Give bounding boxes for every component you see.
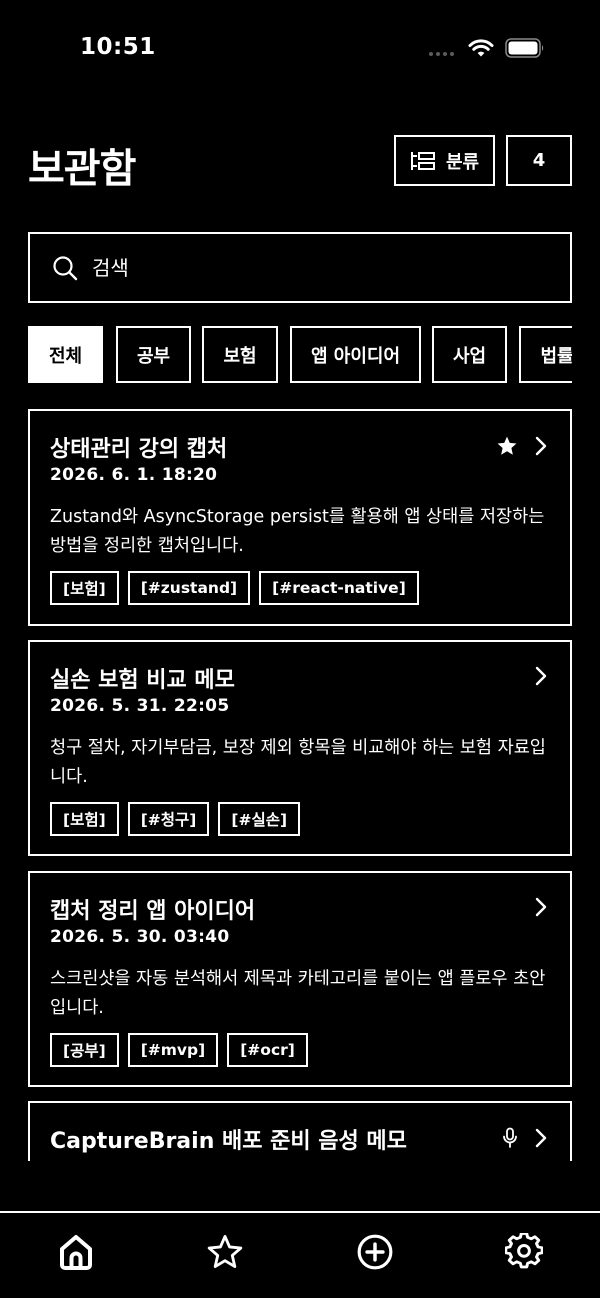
page-title: 보관함 bbox=[28, 146, 136, 192]
filter-chip-all[interactable]: 전체 bbox=[28, 326, 103, 383]
chevron-right-icon[interactable] bbox=[534, 897, 548, 917]
filter-chip-law[interactable]: 법률 bbox=[519, 326, 572, 383]
category-filter-bar: 전체 공부 보험 앱 아이디어 사업 법률 bbox=[28, 326, 572, 384]
bottom-tab-bar bbox=[0, 1211, 600, 1298]
cellular-icon bbox=[429, 52, 454, 56]
card-tags: [보험] [#zustand] [#react-native] bbox=[50, 571, 419, 605]
card-date: 2026. 5. 31. 22:05 bbox=[50, 696, 230, 716]
card-date: 2026. 5. 30. 03:40 bbox=[50, 927, 230, 947]
tag[interactable]: [#react-native] bbox=[259, 571, 419, 605]
capture-card[interactable]: 상태관리 강의 캡처 2026. 6. 1. 18:20 Zustand와 As… bbox=[28, 409, 572, 626]
nav-settings[interactable] bbox=[504, 1231, 544, 1273]
nav-home[interactable] bbox=[56, 1231, 96, 1273]
card-title: 상태관리 강의 캡처 bbox=[50, 437, 228, 462]
status-time: 10:51 bbox=[80, 34, 156, 60]
card-summary: 청구 절차, 자기부담금, 보장 제외 항목을 비교해야 하는 보험 자료입니다… bbox=[50, 738, 546, 787]
add-icon bbox=[357, 1234, 393, 1270]
filter-chip-insurance[interactable]: 보험 bbox=[202, 326, 278, 383]
category-tree-icon bbox=[410, 151, 435, 170]
tag[interactable]: [보험] bbox=[50, 571, 119, 605]
tag[interactable]: [#ocr] bbox=[227, 1033, 308, 1067]
tag[interactable]: [공부] bbox=[50, 1033, 119, 1067]
star-filled-icon[interactable] bbox=[496, 435, 518, 457]
chevron-right-icon[interactable] bbox=[534, 666, 548, 686]
filter-chip-app-idea[interactable]: 앱 아이디어 bbox=[290, 326, 421, 383]
capture-card[interactable]: 실손 보험 비교 메모 2026. 5. 31. 22:05 청구 절차, 자기… bbox=[28, 640, 572, 856]
nav-add[interactable] bbox=[355, 1231, 395, 1273]
battery-icon bbox=[505, 38, 544, 58]
card-tags: [보험] [#청구] [#실손] bbox=[50, 802, 301, 836]
tag[interactable]: [#실손] bbox=[218, 802, 301, 836]
card-date: 2026. 6. 1. 18:20 bbox=[50, 465, 218, 485]
chevron-right-icon[interactable] bbox=[534, 436, 548, 456]
card-summary: Zustand와 AsyncStorage persist를 활용해 앱 상태를… bbox=[50, 507, 545, 556]
search-input[interactable] bbox=[92, 255, 512, 280]
wifi-icon bbox=[468, 39, 494, 57]
card-title: 실손 보험 비교 메모 bbox=[50, 668, 235, 693]
card-tags: [공부] [#mvp] [#ocr] bbox=[50, 1033, 308, 1067]
settings-icon bbox=[505, 1233, 543, 1269]
tag[interactable]: [#청구] bbox=[127, 802, 210, 836]
item-count-badge[interactable]: 4 bbox=[506, 135, 572, 186]
capture-card[interactable]: CaptureBrain 배포 준비 음성 메모 bbox=[28, 1101, 572, 1161]
tag[interactable]: [보험] bbox=[50, 802, 119, 836]
filter-chip-business[interactable]: 사업 bbox=[432, 326, 507, 383]
tag[interactable]: [#mvp] bbox=[127, 1033, 219, 1067]
card-summary: 스크린샷을 자동 분석해서 제목과 카테고리를 붙이는 앱 플로우 초안입니다. bbox=[50, 969, 546, 1018]
card-title: CaptureBrain 배포 준비 음성 메모 bbox=[50, 1129, 407, 1154]
category-button[interactable]: 분류 bbox=[394, 135, 495, 186]
search-icon bbox=[53, 255, 78, 280]
chevron-right-icon[interactable] bbox=[534, 1128, 548, 1148]
microphone-icon bbox=[503, 1127, 517, 1148]
filter-chip-study[interactable]: 공부 bbox=[116, 326, 191, 383]
status-bar: 10:51 bbox=[0, 0, 600, 100]
tag[interactable]: [#zustand] bbox=[127, 571, 251, 605]
star-icon bbox=[207, 1235, 243, 1268]
nav-favorites[interactable] bbox=[205, 1231, 245, 1273]
card-title: 캡처 정리 앱 아이디어 bbox=[50, 899, 256, 924]
capture-list: 상태관리 강의 캡처 2026. 6. 1. 18:20 Zustand와 As… bbox=[28, 409, 572, 1161]
capture-card[interactable]: 캡처 정리 앱 아이디어 2026. 5. 30. 03:40 스크린샷을 자동… bbox=[28, 871, 572, 1087]
category-button-label: 분류 bbox=[445, 151, 480, 173]
search-box[interactable] bbox=[28, 232, 572, 303]
home-icon bbox=[60, 1235, 92, 1270]
